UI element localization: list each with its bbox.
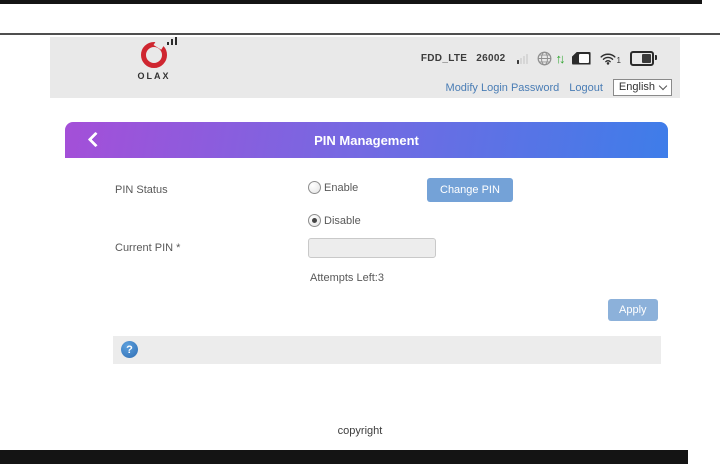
traffic-arrows-icon: ↑↓	[555, 50, 566, 66]
enable-option[interactable]: Enable	[308, 181, 358, 194]
disable-radio[interactable]	[308, 214, 321, 227]
globe-icon	[537, 51, 552, 66]
disable-option[interactable]: Disable	[308, 214, 361, 227]
help-bar: ?	[113, 336, 661, 364]
copyright-text: copyright	[337, 425, 383, 437]
wifi-client-count: 1	[616, 55, 621, 65]
wifi-icon: 1	[600, 52, 621, 65]
apply-button[interactable]: Apply	[608, 299, 658, 321]
chevron-down-icon	[658, 81, 668, 90]
language-selected-value: English	[618, 81, 655, 93]
sim-card-icon	[571, 51, 591, 65]
top-border-bar	[0, 0, 702, 4]
enable-label: Enable	[324, 181, 359, 194]
logo-bar-icon	[167, 42, 169, 45]
account-links-row: Modify Login Password Logout English	[446, 79, 672, 96]
modify-login-password-link[interactable]: Modify Login Password	[446, 82, 560, 94]
olax-logo-ring	[141, 37, 177, 68]
enable-radio[interactable]	[308, 181, 321, 194]
current-pin-input[interactable]	[308, 238, 436, 258]
battery-icon	[630, 50, 657, 66]
operator-code-label: 26002	[476, 52, 506, 64]
current-pin-label: Current PIN *	[115, 242, 181, 254]
language-select[interactable]: English	[612, 79, 672, 96]
help-icon[interactable]: ?	[121, 341, 138, 358]
back-icon	[87, 131, 104, 148]
pin-management-card: PIN Management PIN Status Enable Change …	[65, 122, 668, 372]
network-type-label: FDD_LTE	[420, 52, 468, 64]
back-button[interactable]	[87, 131, 104, 148]
device-header: OLAX FDD_LTE 26002 ↑↓ 1 Modify Login Pas…	[50, 37, 680, 98]
logout-link[interactable]: Logout	[569, 82, 603, 94]
page-title: PIN Management	[314, 132, 419, 148]
card-titlebar: PIN Management	[65, 122, 668, 158]
logo-bar-icon	[175, 37, 177, 45]
top-divider-line	[0, 33, 720, 35]
signal-bars-icon	[516, 53, 528, 64]
disable-label: Disable	[324, 214, 361, 227]
attempts-left-text: Attempts Left:3	[310, 272, 384, 284]
pin-status-label: PIN Status	[115, 184, 168, 196]
page: OLAX FDD_LTE 26002 ↑↓ 1 Modify Login Pas…	[0, 0, 720, 465]
bottom-border-bar	[0, 450, 688, 464]
status-bar: FDD_LTE 26002 ↑↓ 1	[420, 48, 657, 68]
olax-logo: OLAX	[124, 37, 184, 81]
change-pin-button[interactable]: Change PIN	[427, 178, 513, 202]
logo-bar-icon	[171, 39, 173, 45]
brand-name: OLAX	[137, 71, 171, 81]
